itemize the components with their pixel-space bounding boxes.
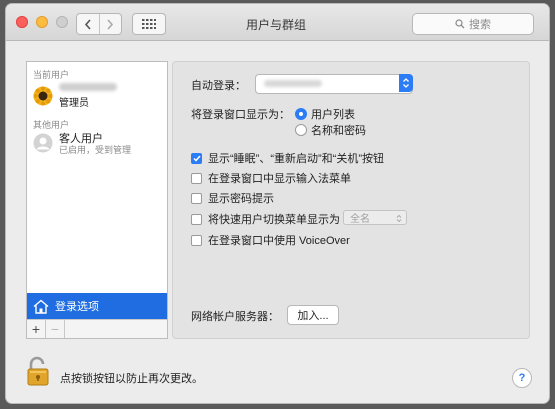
display-login-window-label: 将登录窗口显示为： <box>191 109 290 121</box>
close-button[interactable] <box>16 16 28 28</box>
login-options-item[interactable]: 登录选项 <box>27 293 167 319</box>
join-button[interactable]: 加入... <box>287 305 339 325</box>
forward-button[interactable] <box>98 14 122 34</box>
checkbox-box <box>191 234 202 246</box>
checkbox-password-hints-label: 显示密码提示 <box>208 193 274 205</box>
checkbox-input-menu[interactable]: 在登录窗口中显示输入法菜单 <box>191 170 351 186</box>
guest-status: 已启用，受到管理 <box>59 145 132 155</box>
grid-icon <box>142 19 156 29</box>
sidebar-footer: + − <box>27 319 167 338</box>
checkbox-password-hints[interactable]: 显示密码提示 <box>191 190 274 206</box>
login-options-label: 登录选项 <box>55 301 99 313</box>
radio-unselected-dot <box>295 124 307 136</box>
checkbox-box <box>191 172 202 184</box>
guest-user-icon <box>33 133 53 153</box>
checkbox-box <box>191 192 202 204</box>
search-field[interactable]: 搜索 <box>412 13 534 35</box>
checkbox-fast-user-switching-label: 将快速用户切换菜单显示为 <box>208 214 340 226</box>
checkmark-icon <box>191 152 202 164</box>
checkbox-show-power-buttons[interactable]: 显示“睡眠”、“重新启动”和“关机”按钮 <box>191 150 384 166</box>
show-all-button[interactable] <box>132 13 166 35</box>
chevron-left-icon <box>84 18 91 30</box>
radio-user-list-label: 用户列表 <box>311 109 355 121</box>
auto-login-label: 自动登录： <box>191 80 246 92</box>
zoom-button[interactable] <box>56 16 68 28</box>
help-button[interactable]: ? <box>512 368 532 388</box>
checkbox-voiceover[interactable]: 在登录窗口中使用 VoiceOver <box>191 232 350 248</box>
current-user-item[interactable]: 管理员 <box>31 82 163 110</box>
minimize-button[interactable] <box>36 16 48 28</box>
remove-user-button[interactable]: − <box>46 320 65 338</box>
checkbox-input-menu-label: 在登录窗口中显示输入法菜单 <box>208 173 351 185</box>
network-server-label: 网络帐户服务器： <box>191 311 279 323</box>
chevron-right-icon <box>107 18 114 30</box>
fast-switch-style-select[interactable]: 全名 <box>343 210 407 225</box>
search-icon <box>455 19 465 29</box>
back-button[interactable] <box>77 14 99 34</box>
radio-name-password[interactable]: 名称和密码 <box>295 122 366 138</box>
checkbox-show-power-buttons-label: 显示“睡眠”、“重新启动”和“关机”按钮 <box>208 153 384 165</box>
search-placeholder: 搜索 <box>469 19 491 31</box>
hidden-auto-login-value <box>264 80 322 87</box>
unlocked-padlock-icon <box>27 356 49 386</box>
checkbox-fast-user-switching[interactable]: 将快速用户切换菜单显示为 <box>191 211 340 227</box>
popup-arrows-icon <box>399 74 413 92</box>
checkbox-voiceover-label: 在登录窗口中使用 VoiceOver <box>208 235 350 247</box>
house-icon <box>33 299 49 314</box>
current-users-label: 当前用户 <box>33 70 70 80</box>
checkbox-box <box>191 213 202 225</box>
lock-message: 点按锁按钮以防止再次更改。 <box>60 373 203 385</box>
users-sidebar: 当前用户 管理员 其他用户 客人用户 已启用，受到管理 登录选项 + − <box>26 61 168 339</box>
sunflower-avatar <box>33 86 53 106</box>
auto-login-popup[interactable] <box>255 74 413 94</box>
radio-selected-dot <box>295 108 307 120</box>
add-user-button[interactable]: + <box>27 320 46 338</box>
navigation-buttons <box>76 13 122 35</box>
window-title: 用户与群组 <box>245 18 306 32</box>
lock-button[interactable] <box>26 356 50 389</box>
radio-user-list[interactable]: 用户列表 <box>295 106 355 122</box>
login-options-panel: 自动登录： 将登录窗口显示为： 用户列表 名称和密码 显示“睡眠”、“重新启动”… <box>172 61 530 339</box>
fast-switch-style-value: 全名 <box>350 214 370 225</box>
guest-user-item[interactable]: 客人用户 已启用，受到管理 <box>31 130 163 158</box>
user-role: 管理员 <box>59 98 89 109</box>
preferences-window: 用户与群组 搜索 当前用户 管理员 其他用户 客人用户 已启用，受到管理 登录选… <box>6 4 549 403</box>
popup-arrows-icon <box>396 214 402 223</box>
hidden-username <box>59 83 117 91</box>
title-bar: 用户与群组 搜索 <box>6 4 549 41</box>
radio-name-password-label: 名称和密码 <box>311 125 366 137</box>
